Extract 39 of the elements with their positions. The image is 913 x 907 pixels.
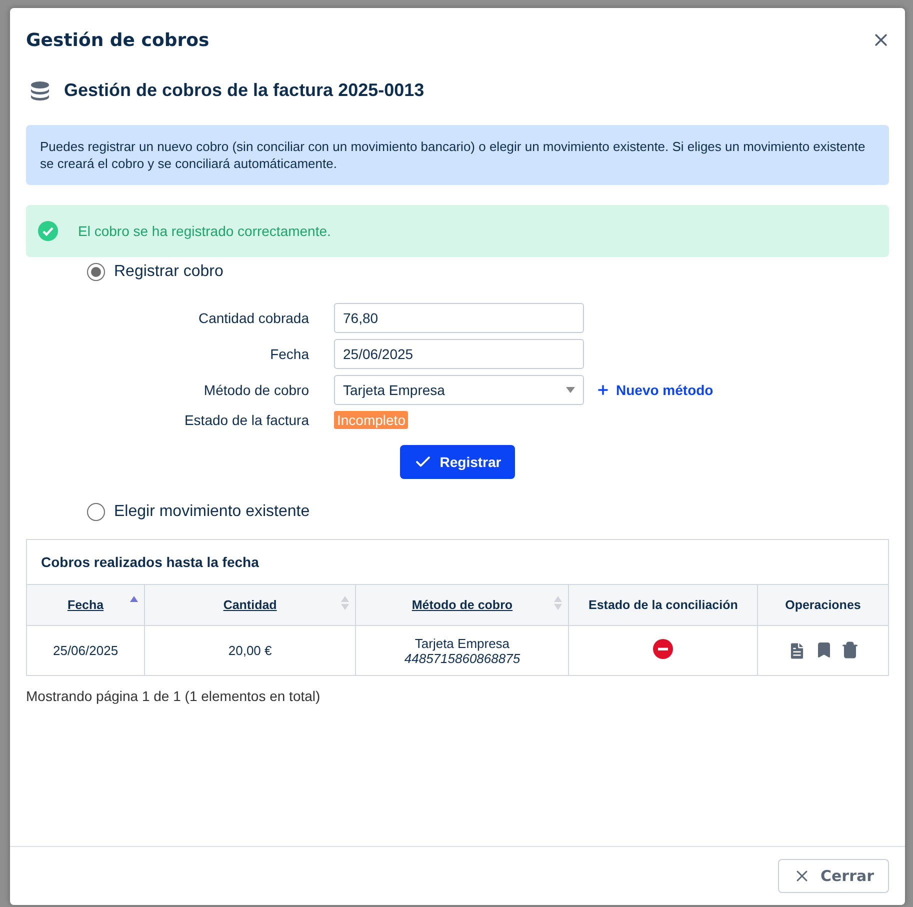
close-button[interactable]: Cerrar: [778, 859, 889, 893]
section-heading: Gestión de cobros de la factura 2025-0013: [64, 80, 424, 101]
text-field[interactable]: 76,80: [334, 303, 584, 333]
info-message: Puedes registrar un nuevo cobro (sin conciliar con un movimiento bancario) o elegir un movimiento existente. Si eliges un movimiento existente se creará el cobro y se conciliará automáticamente.: [26, 125, 889, 185]
bookmark-icon[interactable]: [815, 640, 833, 660]
pagination-info: Mostrando página 1 de 1 (1 elementos en total): [26, 688, 322, 704]
database-icon: [30, 80, 50, 100]
new-method-link[interactable]: Nuevo método: [596, 382, 889, 398]
table-cell: Tarjeta Empresa 4485715860868875: [356, 626, 569, 676]
sort-link[interactable]: Cantidad: [223, 598, 277, 612]
sort-up-icon[interactable]: [130, 596, 138, 602]
column-header[interactable]: Método de cobro: [356, 584, 569, 626]
text-field[interactable]: 25/06/2025: [334, 339, 584, 369]
table-title: Cobros realizados hasta la fecha: [26, 540, 888, 584]
caret-icon: [566, 387, 575, 393]
field-label: Cantidad cobrada: [197, 310, 309, 326]
column-header: Estado de la conciliación: [568, 584, 758, 626]
plus-icon: [596, 383, 610, 397]
success-message: El cobro se ha registrado correctamente.: [78, 223, 331, 239]
radio-button[interactable]: [87, 263, 105, 281]
radio-label[interactable]: Elegir movimiento existente: [114, 503, 310, 521]
check-circle-icon: [38, 221, 58, 241]
column-header[interactable]: Fecha: [26, 584, 145, 626]
field-label: Método de cobro: [202, 382, 309, 398]
table-cell: 25/06/2025: [26, 626, 145, 676]
status-badge: Incompleto: [334, 411, 408, 429]
trash-icon[interactable]: [841, 640, 859, 660]
field-label: Estado de la factura: [183, 412, 309, 428]
register-button[interactable]: Registrar: [400, 445, 516, 479]
table-cell: 20,00 €: [144, 626, 356, 676]
dialog-title: Gestión de cobros: [26, 30, 210, 50]
radio-label[interactable]: Registrar cobro: [114, 263, 224, 281]
sort-link[interactable]: Método de cobro: [412, 598, 513, 612]
sort-link[interactable]: Fecha: [67, 598, 104, 612]
column-header: Operaciones: [758, 584, 888, 626]
field-label: Fecha: [269, 346, 309, 362]
column-header[interactable]: Cantidad: [144, 584, 356, 626]
radio-button[interactable]: [87, 503, 105, 521]
method-dropdown[interactable]: Tarjeta Empresa: [334, 375, 584, 405]
